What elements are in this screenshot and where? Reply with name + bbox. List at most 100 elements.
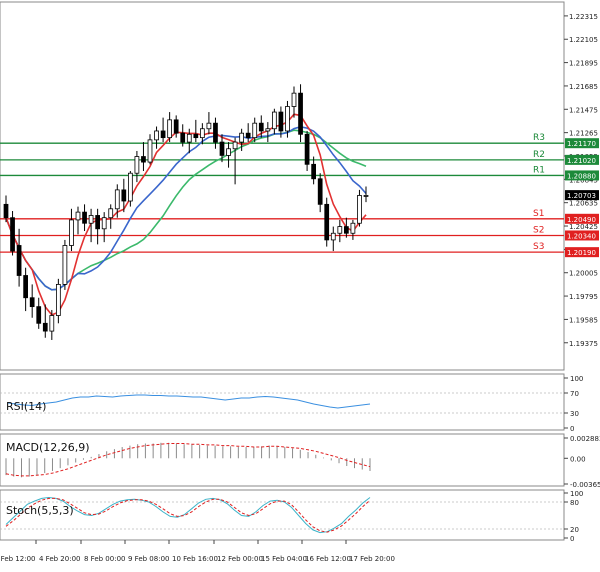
candle-body-up [350, 222, 356, 234]
price-tick-label: 1.20635 [569, 200, 598, 208]
candle-body-down [42, 322, 48, 332]
level-name-r3: R3 [533, 133, 545, 143]
price-tick-label: 1.22315 [569, 13, 598, 21]
level-price-label: 1.20190 [567, 249, 596, 257]
level-name-s2: S2 [533, 225, 544, 235]
candle-body-up [330, 232, 336, 241]
candle-body-down [343, 226, 349, 234]
candle-body-down [16, 245, 22, 276]
candle-body-down [193, 133, 199, 139]
candle-body-up [271, 111, 277, 130]
candle-body-up [62, 245, 68, 285]
current-price-label: 1.20703 [567, 192, 596, 200]
candle-body-down [180, 132, 186, 143]
price-tick-label: 1.19585 [569, 316, 598, 324]
candle-body-down [3, 203, 9, 219]
rsi-tick-label: 30 [570, 410, 579, 418]
candle-body-down [173, 119, 179, 134]
time-tick-label: 12 Feb 00:00 [217, 555, 263, 563]
candle-body-down [29, 297, 35, 308]
candle-body-down [10, 217, 15, 252]
level-name-s3: S3 [533, 242, 544, 252]
candle-body-up [75, 211, 81, 221]
candle-body-down [324, 203, 330, 241]
candle-body-up [101, 217, 107, 230]
candle-body-down [95, 215, 101, 230]
candle-body-down [258, 122, 264, 132]
level-price-labels: 1.21170 1.21020 1.20880 1.20490 1.20340 1.201… [565, 138, 599, 258]
candle-body-down [23, 275, 29, 299]
price-tick-label: 1.20425 [569, 223, 598, 231]
candle-body-up [239, 132, 245, 143]
candle-body-up [69, 219, 74, 246]
candle-body-down [121, 189, 127, 202]
candle-body-up [291, 92, 297, 107]
candle-body-up [357, 195, 362, 224]
candle-body-up [363, 195, 369, 197]
candle-body-up [154, 130, 159, 141]
rsi-tick-label: 0 [570, 425, 574, 433]
candle-body-down [317, 178, 323, 205]
stoch-tick-label: 0 [570, 535, 574, 543]
candle-body-up [56, 283, 61, 316]
time-tick-label: 17 Feb 20:00 [349, 555, 395, 563]
level-price-label: 1.20880 [567, 172, 596, 180]
candle-body-down [304, 133, 310, 165]
price-tick-label: 1.19795 [569, 293, 598, 301]
candle-body-down [141, 156, 146, 163]
macd-tick-label: 0.00 [570, 455, 586, 463]
candle-body-up [127, 172, 133, 202]
candle-body-up [226, 148, 231, 156]
price-tick-label: 1.21895 [569, 60, 598, 68]
candle-body-up [265, 128, 271, 132]
candle-body-down [213, 122, 218, 143]
candle-body-down [311, 163, 317, 180]
price-tick-label: 1.21475 [569, 106, 598, 114]
candle-body-down [245, 132, 251, 139]
candle-body-up [49, 315, 55, 332]
candle-body-down [219, 141, 225, 156]
price-tick-label: 1.19375 [569, 340, 598, 348]
rsi-label: RSI(14) [6, 400, 46, 413]
candle-body-up [134, 156, 140, 174]
candle-body-up [337, 226, 343, 234]
candle-body-up [167, 119, 173, 139]
chart-svg: 1.22315 1.22105 1.21895 1.21685 1.21475 1.212… [0, 0, 600, 568]
stoch-label: Stoch(5,5,3) [6, 504, 74, 517]
candle-body-up [88, 215, 94, 224]
price-tick-label: 1.20005 [569, 270, 598, 278]
macd-label: MACD(12,26,9) [6, 441, 90, 454]
candle-body-up [232, 141, 238, 150]
price-tick-label: 1.22105 [569, 36, 598, 44]
level-price-label: 1.20490 [567, 216, 596, 224]
candle-body-down [278, 111, 284, 132]
level-name-r2: R2 [533, 150, 545, 160]
level-price-label: 1.20340 [567, 232, 596, 240]
rsi-tick-label: 70 [570, 390, 579, 398]
macd-tick-label: 0.002883 [570, 435, 600, 443]
candle-body-up [186, 133, 192, 143]
candle-body-up [252, 122, 258, 139]
rsi-tick-label: 100 [570, 375, 583, 383]
level-name-r1: R1 [533, 165, 545, 175]
candle-body-up [114, 189, 120, 210]
level-price-label: 1.21020 [567, 157, 596, 165]
candle-body-up [147, 139, 153, 163]
candle-body-up [206, 122, 212, 130]
time-tick-label: 15 Feb 04:00 [261, 555, 307, 563]
candle-body-up [108, 208, 114, 219]
candle-body-up [285, 106, 290, 132]
candle-body-down [160, 130, 166, 139]
level-name-s1: S1 [533, 209, 544, 219]
time-tick-label: 2 Feb 12:00 [0, 555, 35, 563]
stoch-tick-label: 80 [570, 499, 579, 507]
chart-root: 1.22315 1.22105 1.21895 1.21685 1.21475 1.212… [0, 0, 600, 568]
time-tick-label: 16 Feb 12:00 [305, 555, 351, 563]
price-tick-label: 1.21685 [569, 83, 598, 91]
candle-body-down [298, 92, 303, 135]
level-price-label: 1.21170 [567, 140, 596, 148]
time-tick-label: 9 Feb 08:00 [128, 555, 169, 563]
stoch-tick-label: 20 [570, 526, 579, 534]
time-tick-label: 4 Feb 20:00 [39, 555, 80, 563]
price-tick-label: 1.21265 [569, 130, 598, 138]
